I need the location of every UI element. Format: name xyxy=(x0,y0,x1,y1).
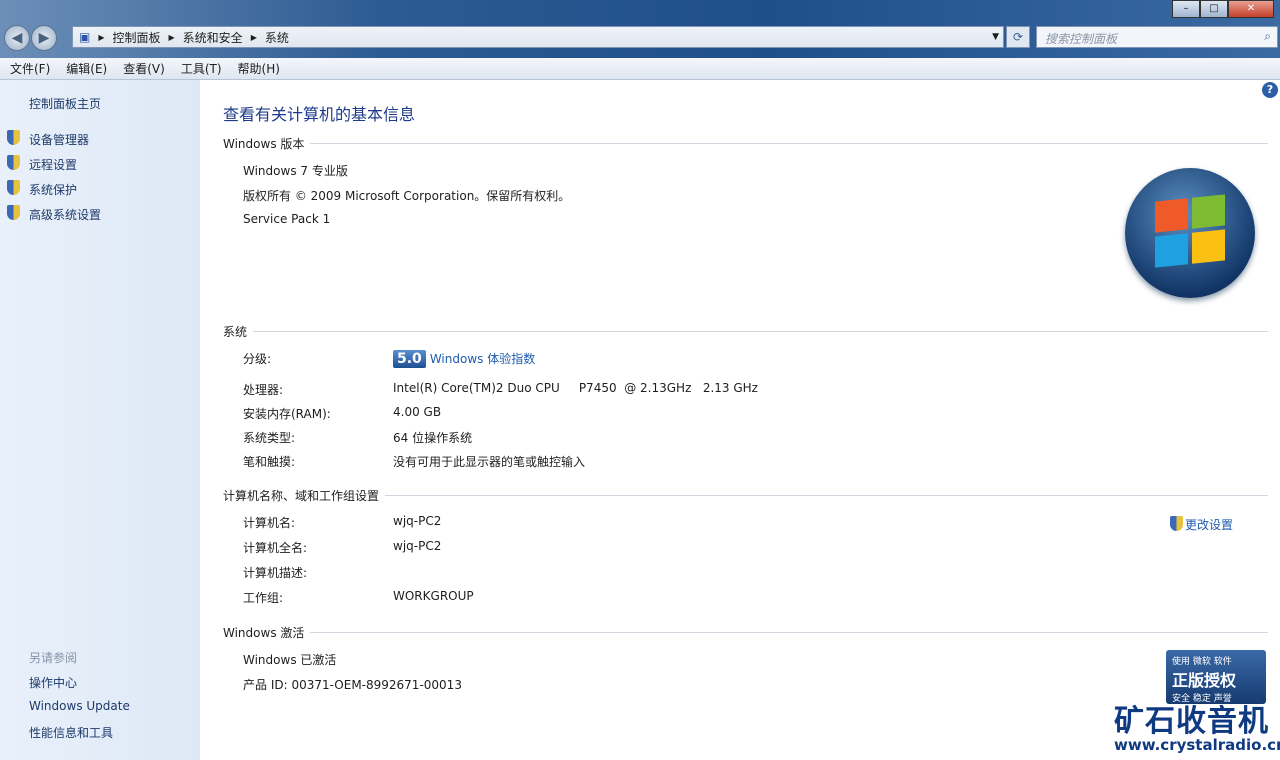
service-pack: Service Pack 1 xyxy=(243,212,331,226)
back-button[interactable]: ◀ xyxy=(4,25,30,51)
refresh-button[interactable]: ⟳ xyxy=(1006,26,1030,48)
menu-file[interactable]: 文件(F) xyxy=(10,60,50,77)
maximize-button[interactable]: □ xyxy=(1200,0,1228,18)
section-activation: Windows 激活 xyxy=(223,624,1268,641)
watermark-logo: 矿石收音机 xyxy=(1114,704,1269,739)
sidebar-windows-update[interactable]: Windows Update xyxy=(29,699,130,713)
shield-icon xyxy=(1170,516,1183,531)
help-icon[interactable]: ? xyxy=(1262,82,1278,98)
full-name-value: wjq-PC2 xyxy=(393,539,442,553)
description-label: 计算机描述: xyxy=(243,566,308,580)
shield-icon xyxy=(7,155,20,170)
pen-touch-value: 没有可用于此显示器的笔或触控输入 xyxy=(393,455,586,469)
edition-name: Windows 7 专业版 xyxy=(243,164,348,178)
minimize-button[interactable]: – xyxy=(1172,0,1200,18)
ram-label: 安装内存(RAM): xyxy=(243,407,331,421)
control-panel-icon: ▣ xyxy=(79,30,91,44)
watermark-url: www.crystalradio.cn xyxy=(1114,736,1280,754)
title-bar: – □ ✕ ◀ ▶ ▣ ▶ 控制面板 ▶ 系统和安全 ▶ 系统 ▼ ⟳ 搜索控制… xyxy=(0,0,1280,58)
activation-status: Windows 已激活 xyxy=(243,653,337,667)
pen-touch-label: 笔和触摸: xyxy=(243,455,296,469)
ram-value: 4.00 GB xyxy=(393,405,442,419)
forward-button[interactable]: ▶ xyxy=(31,25,57,51)
address-bar[interactable]: ▣ ▶ 控制面板 ▶ 系统和安全 ▶ 系统 ▼ xyxy=(72,26,1004,48)
breadcrumb-system-security[interactable]: 系统和安全 xyxy=(183,29,243,46)
workgroup-value: WORKGROUP xyxy=(393,589,474,603)
menu-bar: 文件(F) 编辑(E) 查看(V) 工具(T) 帮助(H) xyxy=(0,58,1280,80)
shield-icon xyxy=(7,130,20,145)
chevron-down-icon[interactable]: ▼ xyxy=(992,32,999,42)
rating-score-badge: 5.0 xyxy=(393,350,426,368)
sidebar-remote-settings[interactable]: 远程设置 xyxy=(7,155,77,173)
computer-name-label: 计算机名: xyxy=(243,516,296,530)
menu-view[interactable]: 查看(V) xyxy=(123,60,165,77)
see-also-heading: 另请参阅 xyxy=(29,651,78,665)
processor-value: Intel(R) Core(TM)2 Duo CPU P7450 @ 2.13G… xyxy=(393,381,758,395)
section-computer-name: 计算机名称、域和工作组设置 xyxy=(223,487,1268,504)
chevron-right-icon: ▶ xyxy=(250,32,257,42)
copyright: 版权所有 © 2009 Microsoft Corporation。保留所有权利… xyxy=(243,189,571,203)
windows-logo xyxy=(1125,168,1255,298)
full-name-label: 计算机全名: xyxy=(243,541,308,555)
sidebar-system-protection[interactable]: 系统保护 xyxy=(7,180,77,198)
change-settings-link[interactable]: 更改设置 xyxy=(1170,514,1233,533)
sidebar-device-manager[interactable]: 设备管理器 xyxy=(7,130,89,148)
system-type-label: 系统类型: xyxy=(243,431,296,445)
page-title: 查看有关计算机的基本信息 xyxy=(223,105,416,124)
sidebar: 控制面板主页 设备管理器 远程设置 系统保护 高级系统设置 另请参阅 操作中心 … xyxy=(0,80,200,760)
system-type-value: 64 位操作系统 xyxy=(393,431,473,445)
shield-icon xyxy=(7,205,20,220)
section-edition: Windows 版本 xyxy=(223,135,1268,152)
search-input[interactable]: 搜索控制面板 ⌕ xyxy=(1036,26,1278,48)
chevron-right-icon: ▶ xyxy=(98,32,105,42)
shield-icon xyxy=(7,180,20,195)
experience-index-link[interactable]: 5.0 Windows 体验指数 xyxy=(393,350,535,368)
rating-label: 分级: xyxy=(243,352,272,366)
processor-label: 处理器: xyxy=(243,383,284,397)
breadcrumb-control-panel[interactable]: 控制面板 xyxy=(113,29,161,46)
menu-tools[interactable]: 工具(T) xyxy=(181,60,222,77)
breadcrumb-system[interactable]: 系统 xyxy=(265,29,289,46)
workgroup-label: 工作组: xyxy=(243,591,284,605)
search-icon: ⌕ xyxy=(1264,29,1271,43)
product-id: 产品 ID: 00371-OEM-8992671-00013 xyxy=(243,678,462,692)
main-content: ? 查看有关计算机的基本信息 Windows 版本 Windows 7 专业版 … xyxy=(200,80,1280,760)
sidebar-home-link[interactable]: 控制面板主页 xyxy=(29,95,101,112)
menu-edit[interactable]: 编辑(E) xyxy=(66,60,107,77)
sidebar-performance[interactable]: 性能信息和工具 xyxy=(29,724,113,741)
close-button[interactable]: ✕ xyxy=(1228,0,1274,18)
section-system: 系统 xyxy=(223,323,1268,340)
menu-help[interactable]: 帮助(H) xyxy=(238,60,280,77)
sidebar-action-center[interactable]: 操作中心 xyxy=(29,674,77,691)
computer-name-value: wjq-PC2 xyxy=(393,514,442,528)
chevron-right-icon: ▶ xyxy=(168,32,175,42)
sidebar-advanced-settings[interactable]: 高级系统设置 xyxy=(7,205,101,223)
